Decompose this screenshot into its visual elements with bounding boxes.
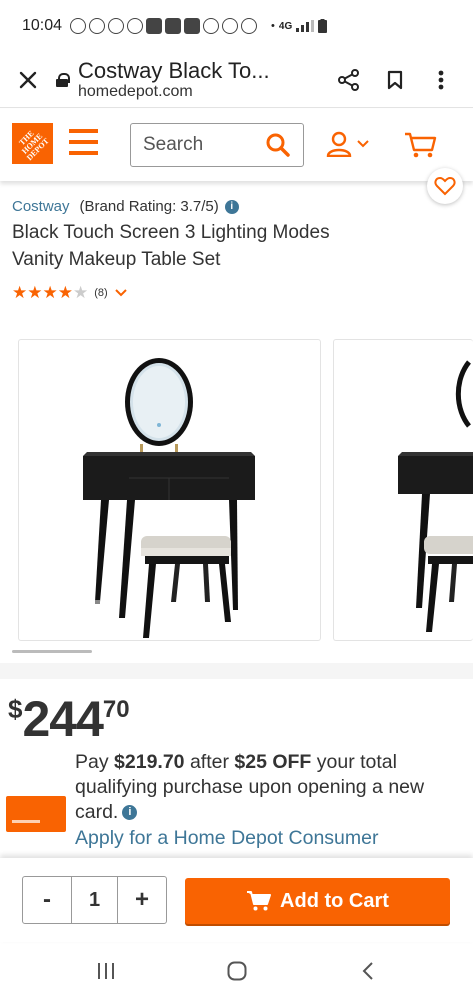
search-placeholder: Search xyxy=(143,134,204,155)
home-icon xyxy=(227,961,246,981)
signal-icon xyxy=(296,20,315,32)
browser-toolbar: Costway Black To... homedepot.com xyxy=(0,52,473,108)
whatsapp-icon xyxy=(70,18,87,34)
star-rating: ★ ★ ★ ★ ★ xyxy=(12,283,88,303)
add-to-cart-label: Add to Cart xyxy=(280,889,389,912)
cart-icon xyxy=(247,891,272,911)
price-cents: 70 xyxy=(102,696,130,723)
menu-button[interactable] xyxy=(69,129,98,155)
promo-price: $219.70 xyxy=(114,751,185,773)
close-tab-button[interactable] xyxy=(0,52,56,108)
star-icon: ★ xyxy=(27,283,43,302)
system-nav-bar xyxy=(0,944,473,998)
app-icon xyxy=(165,18,182,34)
quantity-stepper: - 1 + xyxy=(22,876,167,924)
brand-link[interactable]: Costway xyxy=(12,198,70,215)
promo-discount: $25 OFF xyxy=(234,751,312,773)
bookmark-icon xyxy=(387,70,403,89)
battery-icon xyxy=(318,19,328,33)
favorite-button[interactable] xyxy=(427,168,463,204)
cart-button[interactable] xyxy=(404,131,438,164)
more-options-button[interactable] xyxy=(429,68,453,92)
back-icon xyxy=(362,962,373,980)
bookmark-button[interactable] xyxy=(383,68,407,92)
more-vert-icon xyxy=(438,70,444,89)
brand-rating: (Brand Rating: 3.7/5) xyxy=(79,198,219,215)
heart-icon xyxy=(434,176,456,196)
radio-icon xyxy=(203,18,220,34)
recent-apps-button[interactable] xyxy=(86,956,126,986)
vanity-table-image xyxy=(83,358,255,638)
price-currency: $ xyxy=(8,694,23,724)
product-price: $ 244 70 xyxy=(8,692,130,746)
account-button[interactable] xyxy=(326,131,370,157)
product-image-main[interactable] xyxy=(18,339,321,641)
google-icon xyxy=(222,18,239,34)
promo-text-part: Pay xyxy=(75,751,115,773)
cart-icon xyxy=(405,132,437,158)
page-title: Costway Black To... xyxy=(78,57,270,83)
decrease-quantity-button[interactable]: - xyxy=(23,877,71,923)
apply-card-link[interactable]: Apply for a Home Depot Consumer xyxy=(75,826,378,851)
star-icon: ★ xyxy=(42,283,58,302)
share-icon xyxy=(338,68,359,91)
info-icon[interactable]: i xyxy=(122,805,138,821)
gallery-scroll-indicator xyxy=(12,650,92,653)
page-domain: homedepot.com xyxy=(78,82,193,100)
brand-line: Costway (Brand Rating: 3.7/5) i xyxy=(12,198,239,215)
credit-card-image xyxy=(6,796,66,832)
network-label: 4G xyxy=(278,20,293,32)
url-block[interactable]: Costway Black To... homedepot.com xyxy=(56,57,337,101)
check-icon xyxy=(146,18,163,34)
product-title: Black Touch Screen 3 Lighting Modes Vani… xyxy=(12,222,330,270)
star-empty-icon: ★ xyxy=(73,283,89,302)
logo-text: THE HOME DEPOT xyxy=(17,128,51,162)
home-depot-logo[interactable]: THE HOME DEPOT xyxy=(12,123,53,164)
recents-icon xyxy=(97,963,114,979)
app-icon xyxy=(184,18,201,34)
user-icon xyxy=(326,131,352,157)
promo-text: Pay $219.70 after $25 OFF your total qua… xyxy=(75,750,465,825)
product-rating[interactable]: ★ ★ ★ ★ ★ (8) xyxy=(12,283,128,303)
notification-icons xyxy=(70,18,258,34)
info-icon[interactable]: i xyxy=(224,199,239,214)
search-input[interactable]: Search xyxy=(130,123,304,167)
share-button[interactable] xyxy=(337,68,361,92)
vanity-table-image xyxy=(398,360,473,632)
dot-icon: • xyxy=(271,20,275,32)
star-icon: ★ xyxy=(12,283,28,302)
section-divider xyxy=(0,663,473,679)
add-to-cart-button[interactable]: Add to Cart xyxy=(185,878,450,924)
home-button[interactable] xyxy=(217,956,257,986)
increase-quantity-button[interactable]: + xyxy=(118,877,166,923)
close-icon xyxy=(19,71,37,88)
site-header: THE HOME DEPOT Search xyxy=(0,109,473,181)
pinterest-icon xyxy=(108,18,125,34)
lock-icon xyxy=(56,72,70,87)
status-time: 10:04 xyxy=(22,17,63,34)
back-button[interactable] xyxy=(348,956,388,986)
promo-text-part: after xyxy=(184,751,235,773)
product-image-secondary[interactable] xyxy=(333,339,473,641)
status-bar: 10:04 • 4G xyxy=(0,0,473,52)
system-status: • 4G xyxy=(271,19,328,33)
hamburger-icon xyxy=(69,129,98,133)
search-icon[interactable] xyxy=(265,132,291,158)
price-dollars: 244 xyxy=(22,691,103,747)
google-icon xyxy=(241,18,258,34)
review-count: (8) xyxy=(94,287,108,299)
chevron-down-icon xyxy=(357,140,369,148)
tiktok-icon xyxy=(89,18,106,34)
chevron-down-icon xyxy=(114,289,127,297)
tiktok-icon xyxy=(127,18,144,34)
star-icon: ★ xyxy=(57,283,73,302)
quantity-input[interactable]: 1 xyxy=(71,877,118,923)
add-to-cart-bar: - 1 + Add to Cart xyxy=(0,858,473,942)
